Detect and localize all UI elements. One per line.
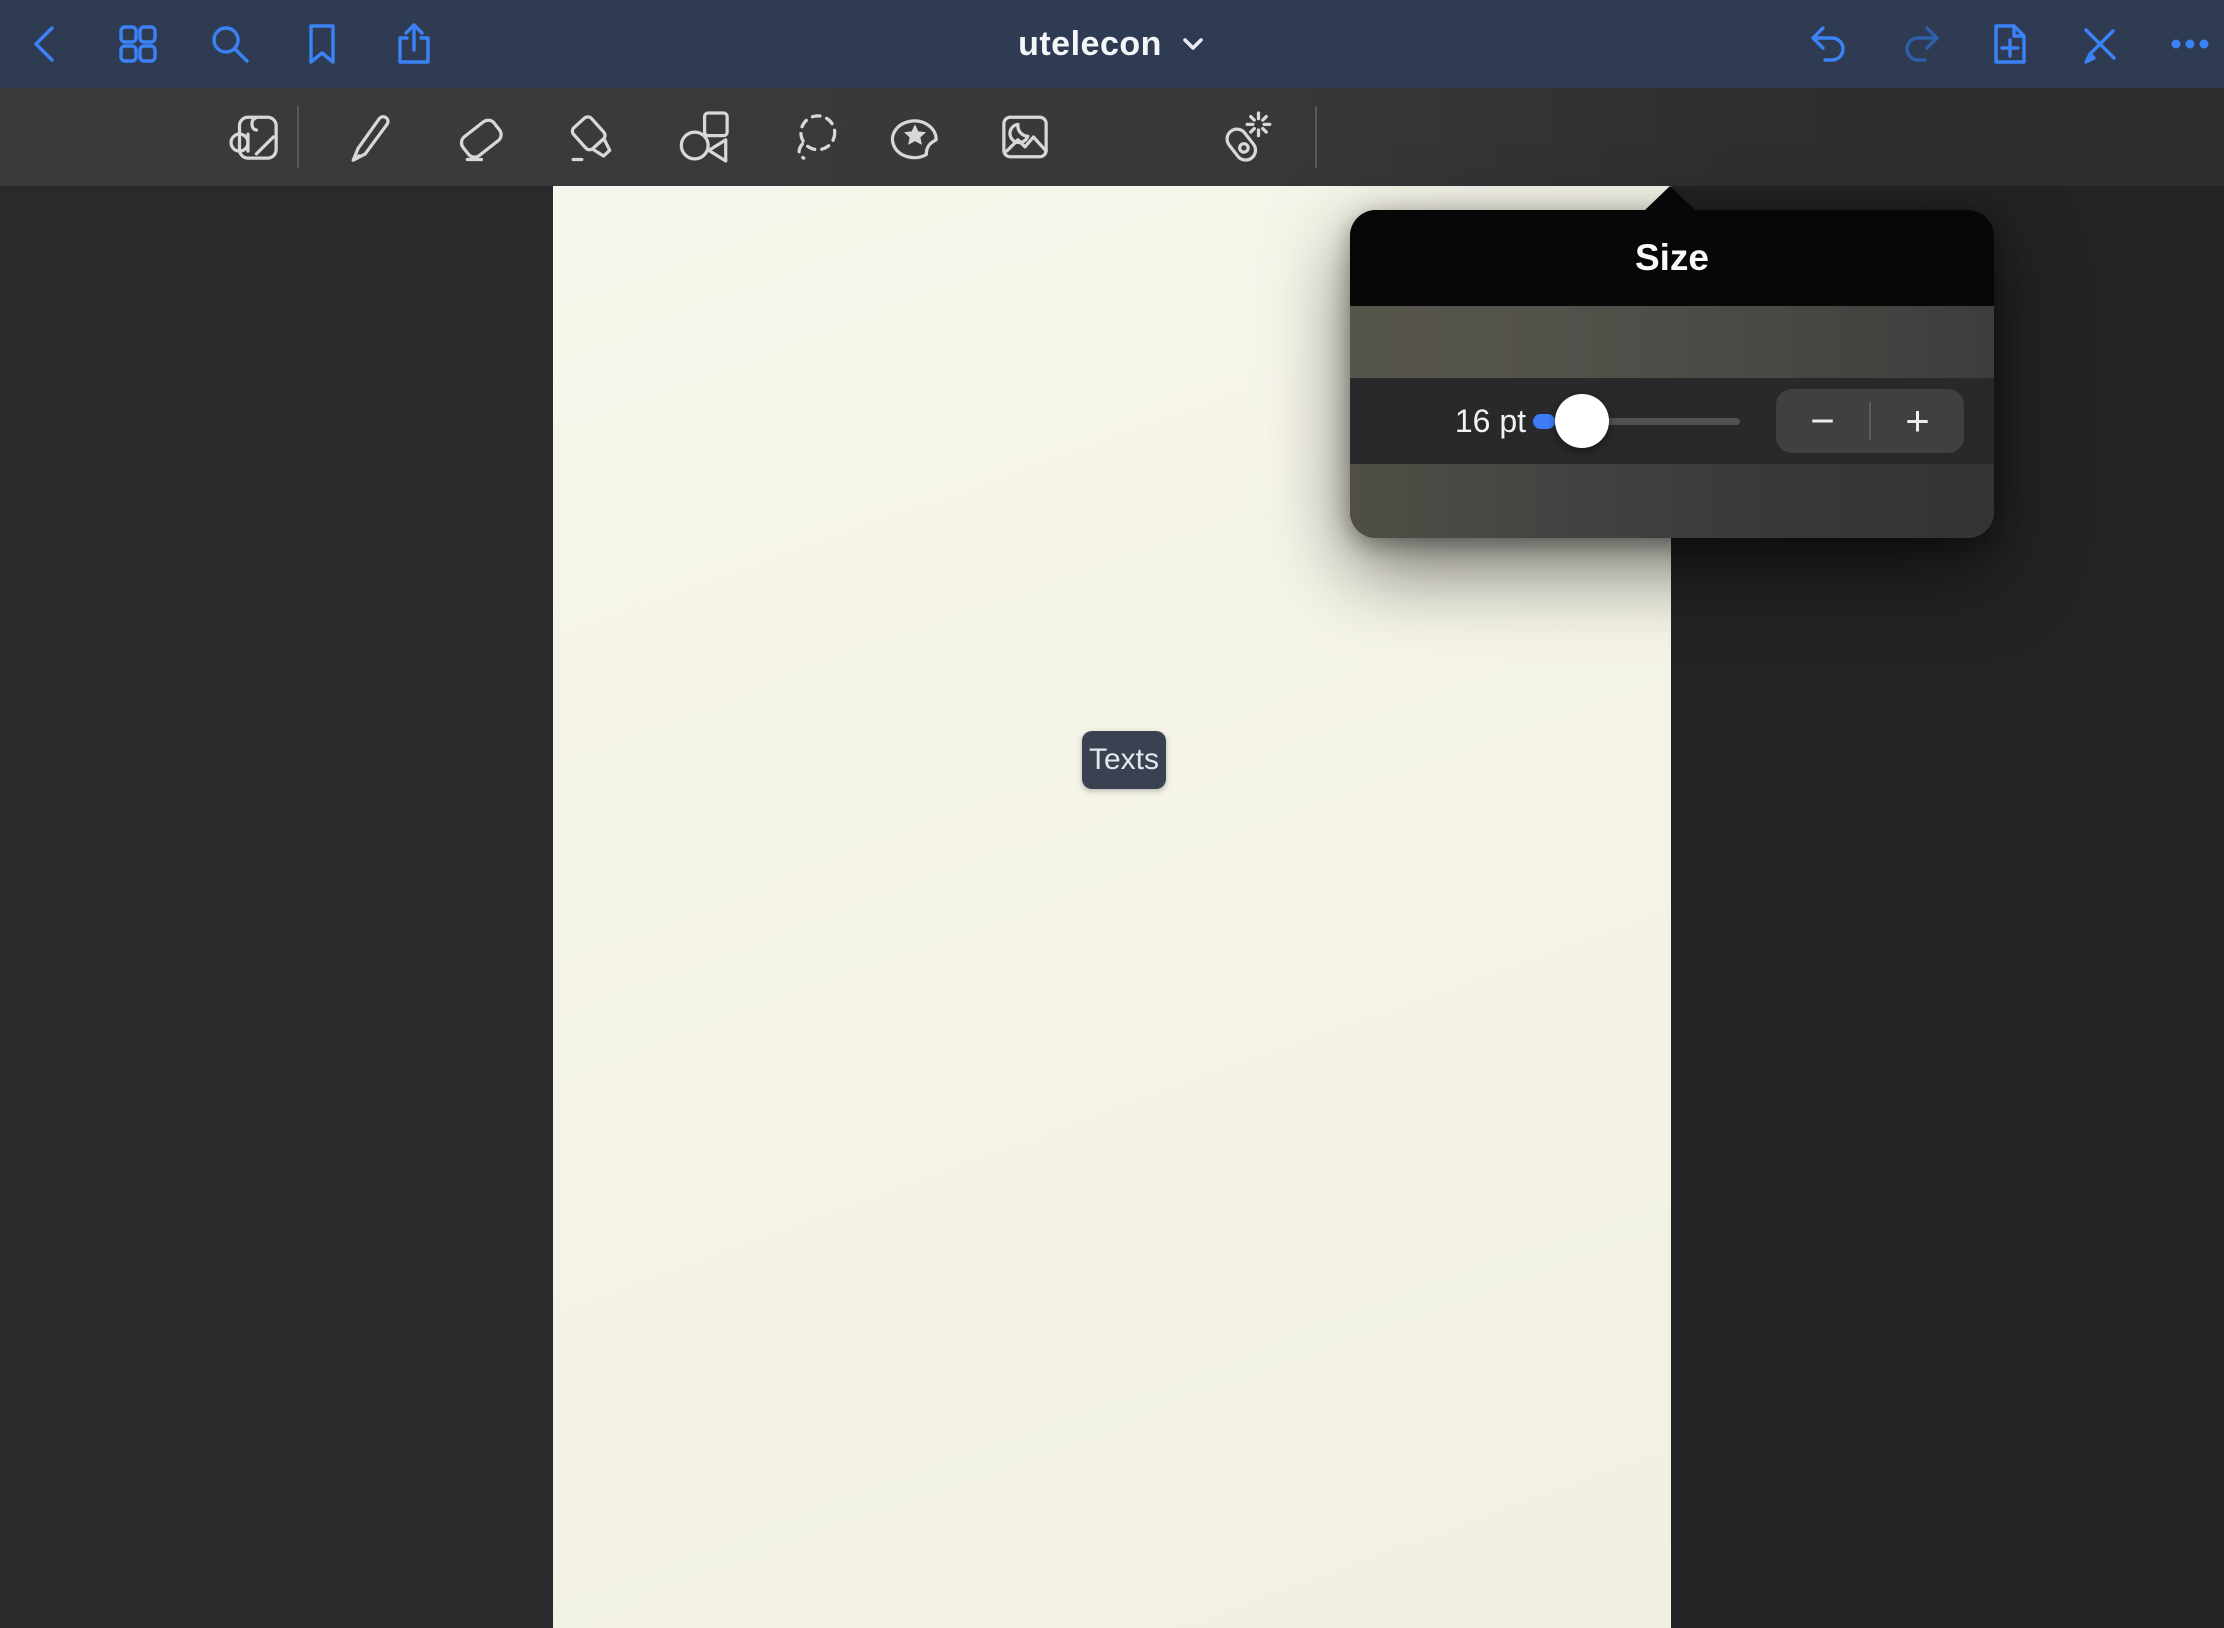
add-page-icon[interactable]: [1984, 18, 2036, 70]
back-icon[interactable]: [20, 18, 72, 70]
highlighter-tool-icon[interactable]: [555, 88, 631, 186]
tool-bar: T HiraginoSans-... 16: [0, 88, 2224, 186]
eraser-tool-icon[interactable]: [442, 88, 518, 186]
size-stepper: − +: [1776, 389, 1964, 453]
nav-bar: utelecon: [0, 0, 2224, 88]
popover-lower-band: [1350, 464, 1994, 538]
bookmark-icon[interactable]: [296, 18, 348, 70]
notebook-convert-tool-icon[interactable]: [217, 88, 293, 186]
slider-fill: [1533, 414, 1555, 429]
size-control-row: 16 pt − +: [1350, 378, 1994, 464]
lasso-tool-icon[interactable]: [777, 88, 853, 186]
share-icon[interactable]: [388, 18, 440, 70]
size-decrease-button[interactable]: −: [1776, 389, 1869, 453]
search-icon[interactable]: [204, 18, 256, 70]
sticker-tool-icon[interactable]: [877, 88, 953, 186]
redo-icon[interactable]: [1894, 18, 1946, 70]
popover-title: Size: [1350, 210, 1994, 306]
popover-upper-band: [1350, 306, 1994, 378]
canvas-text-label: Texts: [1089, 743, 1159, 777]
slider-thumb[interactable]: [1555, 394, 1609, 448]
more-icon[interactable]: [2164, 18, 2216, 70]
chevron-down-icon: [1180, 31, 1206, 57]
size-popover: Size 16 pt − +: [1350, 210, 1994, 538]
undo-icon[interactable]: [1804, 18, 1856, 70]
size-value-label: 16 pt: [1416, 378, 1526, 464]
nav-left-group: [20, 0, 440, 88]
shapes-tool-icon[interactable]: [668, 88, 744, 186]
pen-tool-icon[interactable]: [330, 88, 406, 186]
grid-thumbnails-icon[interactable]: [112, 18, 164, 70]
size-increase-button[interactable]: +: [1871, 389, 1964, 453]
document-title-text: utelecon: [1018, 25, 1162, 64]
image-tool-icon[interactable]: [987, 88, 1063, 186]
size-slider[interactable]: [1533, 378, 1740, 464]
app-screen: utelecon: [0, 0, 2224, 1628]
toolbar-separator-2: [1315, 106, 1317, 168]
canvas-text-element[interactable]: Texts: [1082, 731, 1166, 789]
nav-right-group: [1804, 0, 2216, 88]
toolbar-separator: [297, 106, 299, 168]
pen-cross-icon[interactable]: [2074, 18, 2126, 70]
popover-title-text: Size: [1635, 237, 1709, 279]
canvas-background-left: [0, 186, 553, 1628]
laser-pointer-tool-icon[interactable]: [1205, 88, 1281, 186]
